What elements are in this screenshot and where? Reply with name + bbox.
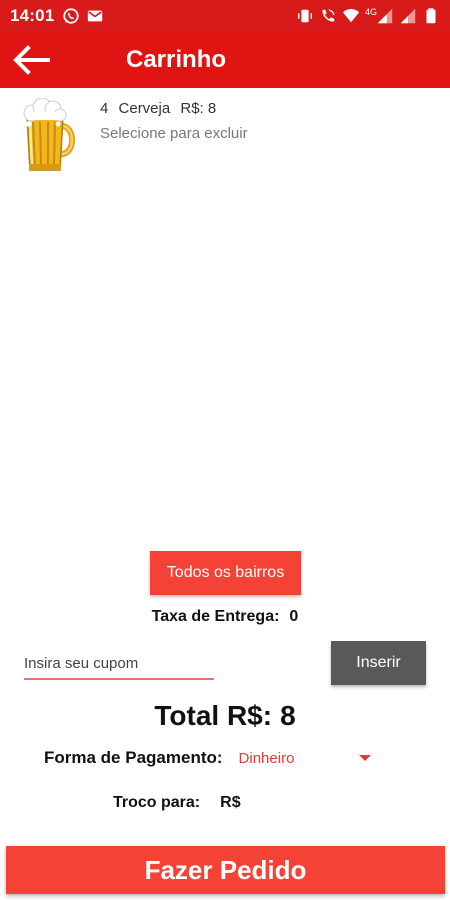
page-title: Carrinho	[126, 46, 227, 73]
neighborhoods-button[interactable]: Todos os bairros	[150, 551, 301, 595]
arrow-back-icon	[13, 45, 50, 75]
status-bar: 14:01 4G	[0, 0, 450, 32]
change-label: Troco para:	[113, 794, 201, 811]
signal-icon	[400, 8, 416, 24]
insert-coupon-button[interactable]: Inserir	[331, 641, 426, 685]
app-bar: Carrinho	[0, 32, 450, 88]
system-icons: 4G	[296, 7, 440, 25]
vibrate-icon	[297, 9, 313, 23]
cart-item-name: Cerveja	[118, 100, 171, 117]
delivery-fee-row: Taxa de Entrega: 0	[0, 608, 450, 626]
status-time: 14:01	[10, 6, 55, 25]
battery-icon	[426, 8, 436, 24]
signal-icon	[377, 8, 393, 24]
place-order-button[interactable]: Fazer Pedido	[6, 846, 445, 894]
back-button[interactable]	[0, 32, 62, 88]
cart-item-quantity: 4	[100, 100, 109, 117]
payment-method-select[interactable]: Dinheiro	[239, 750, 371, 767]
total-row: Total R$: 8	[0, 700, 450, 732]
whatsapp-icon	[63, 8, 80, 24]
cart-item-line: 4 Cerveja R$: 8	[100, 100, 248, 117]
delivery-fee-value: 0	[289, 608, 299, 625]
total-value: 8	[280, 700, 296, 731]
change-row: Troco para: R$	[113, 794, 241, 812]
cart-item[interactable]: 4 Cerveja R$: 8 Selecione para excluir	[18, 98, 438, 178]
payment-label: Forma de Pagamento:	[44, 748, 223, 767]
cart-screen: 14:01 4G Carrinho 4 Cerveja R$: 8 Seleci…	[0, 0, 450, 900]
wifi-call-icon	[322, 9, 335, 22]
payment-method-value: Dinheiro	[238, 749, 295, 767]
gmail-icon	[88, 10, 103, 22]
total-label: Total R$:	[154, 700, 273, 731]
notification-icons	[62, 7, 104, 25]
coupon-input[interactable]	[24, 650, 214, 680]
cart-item-price: R$: 8	[180, 100, 217, 117]
payment-row: Forma de Pagamento: Dinheiro	[44, 746, 404, 770]
cart-item-hint: Selecione para excluir	[100, 125, 248, 142]
wifi-icon	[342, 9, 360, 23]
dropdown-arrow-icon	[358, 755, 371, 761]
cart-item-details: 4 Cerveja R$: 8 Selecione para excluir	[100, 100, 248, 178]
delivery-fee-label: Taxa de Entrega:	[151, 608, 280, 625]
change-currency: R$	[220, 794, 241, 811]
beer-mug-icon	[23, 98, 75, 171]
